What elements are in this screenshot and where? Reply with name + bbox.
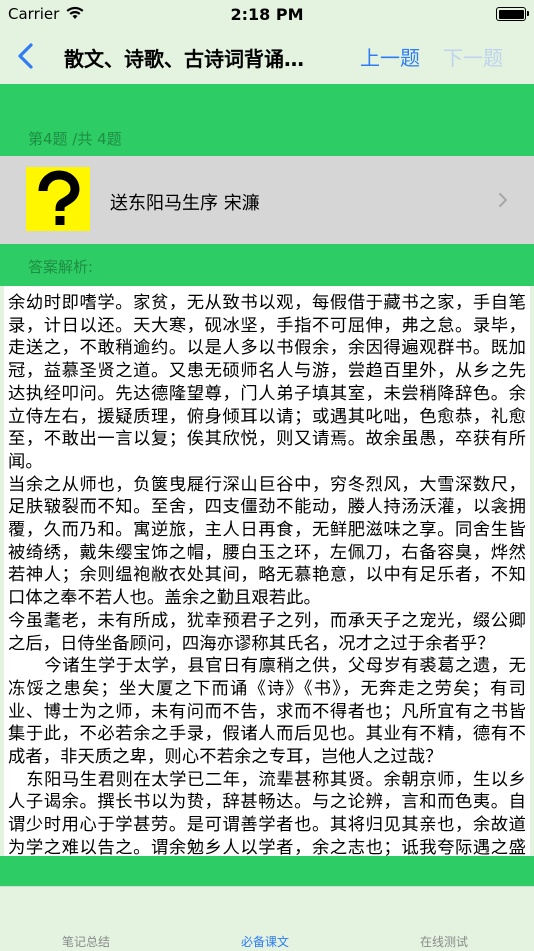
answer-paragraph: 余幼时即嗜学。家贫，无从致书以观，每假借于藏书之家，手自笔录，计日以还。天大寒，… <box>8 293 526 472</box>
answer-label: 答案解析: <box>28 258 94 276</box>
answer-header-band: 答案解析: <box>0 244 534 286</box>
answer-paragraph: 今诸生学于太学，县官日有廪稍之供，父母岁有裘葛之遗，无冻馁之患矣；坐大厦之下而诵… <box>8 656 527 768</box>
footer-band <box>0 856 534 886</box>
tab-bar: 笔记总结 必备课文 在线测试 <box>0 886 534 951</box>
tab-online-test[interactable]: 在线测试 <box>420 933 468 950</box>
answer-paragraph: 今虽耄老，未有所成，犹幸预君子之列，而承天子之宠光，缀公卿之后，日侍坐备顾问，四… <box>8 610 526 654</box>
question-counter: 第4题 /共 4题 <box>28 130 122 148</box>
answer-paragraph: 东阳马生君则在太学已二年，流辈甚称其贤。余朝京师，生以乡人子谒余。撰长书以为贽，… <box>8 769 526 856</box>
question-card[interactable]: 送东阳马生序 宋濂 <box>0 156 534 244</box>
tab-notes-summary[interactable]: 笔记总结 <box>62 933 110 950</box>
back-chevron-icon[interactable] <box>10 40 42 72</box>
previous-question-button[interactable]: 上一题 <box>360 42 420 71</box>
chevron-right-icon <box>499 193 507 207</box>
answer-text-view[interactable]: 余幼时即嗜学。家贫，无从致书以观，每假借于藏书之家，手自笔录，计日以还。天大寒，… <box>4 286 530 856</box>
tab-required-texts[interactable]: 必备课文 <box>241 933 289 950</box>
status-bar: Carrier 2:18 PM <box>0 0 534 30</box>
question-title: 送东阳马生序 宋濂 <box>110 193 260 214</box>
next-question-button[interactable]: 下一题 <box>443 42 503 71</box>
question-mark-icon <box>26 167 90 231</box>
battery-icon <box>496 7 529 21</box>
navigation-bar: 散文、诗歌、古诗词背诵… 上一题 下一题 <box>0 30 534 84</box>
clock: 2:18 PM <box>230 5 304 24</box>
page-title: 散文、诗歌、古诗词背诵… <box>64 47 304 71</box>
answer-paragraph: 当余之从师也，负箧曳屣行深山巨谷中，穷冬烈风，大雪深数尺，足肤皲裂而不知。至舍，… <box>8 474 526 609</box>
